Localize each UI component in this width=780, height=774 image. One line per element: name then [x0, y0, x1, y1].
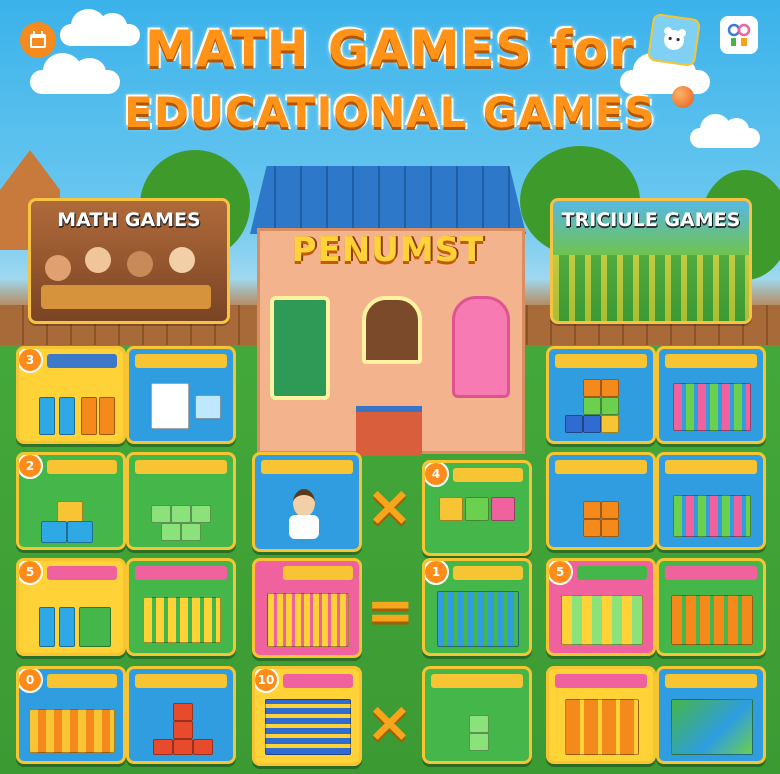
math-games-panel[interactable]: MATH GAMES [28, 198, 230, 324]
card-number: 4 [425, 463, 449, 487]
card-number: 5 [549, 561, 573, 585]
game-card-character[interactable] [252, 452, 362, 552]
times-sign: × [366, 474, 413, 539]
game-card[interactable]: 10 [252, 666, 362, 766]
card-number: 2 [19, 455, 43, 479]
game-card[interactable]: 1 [422, 558, 532, 656]
card-number: 3 [19, 349, 43, 373]
game-card[interactable]: 3 [16, 346, 126, 444]
card-number: 0 [19, 669, 43, 693]
hills-illustration [553, 255, 749, 321]
title-line-1: MATH GAMES for [145, 20, 635, 78]
house-window-bookshelf[interactable] [362, 296, 422, 364]
game-card[interactable] [546, 666, 656, 764]
house-roof [250, 166, 526, 234]
times-sign: × [366, 690, 413, 755]
game-card[interactable] [656, 666, 766, 764]
game-card[interactable]: 4 [422, 460, 532, 556]
house-door[interactable] [452, 296, 510, 398]
game-card[interactable]: 5 [16, 558, 126, 656]
house-steps [356, 406, 422, 456]
game-card[interactable] [126, 346, 236, 444]
card-number: 5 [19, 561, 43, 585]
house-sign: PENUMST [291, 230, 485, 270]
game-card[interactable] [656, 452, 766, 550]
card-number: 10 [255, 669, 279, 693]
game-card[interactable] [656, 346, 766, 444]
game-card[interactable] [656, 558, 766, 656]
game-card[interactable] [126, 452, 236, 550]
game-card[interactable] [252, 558, 362, 658]
house-window-left[interactable] [270, 296, 330, 400]
triciule-games-label: TRICIULE GAMES [561, 209, 741, 231]
game-card[interactable] [422, 666, 532, 764]
game-card[interactable] [126, 666, 236, 764]
math-games-label: MATH GAMES [57, 209, 201, 231]
game-card[interactable]: 5 [546, 558, 656, 656]
game-card[interactable]: 2 [16, 452, 126, 550]
game-card[interactable] [546, 452, 656, 550]
card-number: 1 [425, 561, 449, 585]
title-line-2: EDUCATIONAL GAMES [124, 88, 656, 137]
game-menu-screen: MATH GAMES for EDUCATIONAL GAMES MATH GA… [0, 0, 780, 774]
equals-sign: = [366, 576, 415, 644]
triciule-games-panel[interactable]: TRICIULE GAMES [550, 198, 752, 324]
game-card[interactable] [546, 346, 656, 444]
boy-character [293, 489, 315, 517]
kids-illustration [41, 241, 211, 311]
game-card[interactable]: 0 [16, 666, 126, 764]
game-card[interactable] [126, 558, 236, 656]
